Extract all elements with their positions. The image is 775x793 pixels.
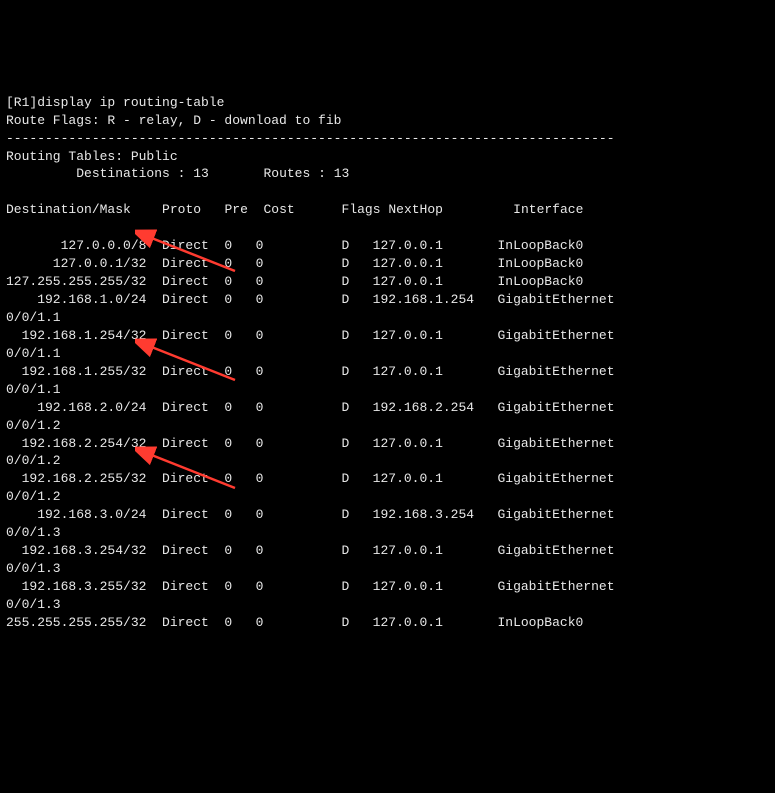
header-pre: Pre — [224, 202, 247, 217]
header-proto: Proto — [162, 202, 201, 217]
table-title: Routing Tables: Public — [6, 149, 178, 164]
summary-line: Destinations : 13 Routes : 13 — [6, 166, 349, 181]
header-dest: Destination/Mask — [6, 202, 131, 217]
routes-label: Routes : — [263, 166, 333, 181]
separator-line: ----------------------------------------… — [6, 131, 615, 146]
header-flags: Flags — [342, 202, 381, 217]
header-interface: Interface — [513, 202, 583, 217]
header-cost: Cost — [263, 202, 294, 217]
terminal-output: [R1]display ip routing-table Route Flags… — [6, 76, 769, 632]
table-header: Destination/Mask Proto Pre Cost Flags Ne… — [6, 202, 583, 217]
header-nexthop: NextHop — [388, 202, 443, 217]
dest-label: Destinations : — [76, 166, 193, 181]
routes-count: 13 — [334, 166, 350, 181]
table-rows: 127.0.0.0/8 Direct 0 0 D 127.0.0.1 InLoo… — [6, 238, 615, 630]
dest-count: 13 — [193, 166, 209, 181]
route-flags-line: Route Flags: R - relay, D - download to … — [6, 113, 341, 128]
command-line: [R1]display ip routing-table — [6, 95, 224, 110]
